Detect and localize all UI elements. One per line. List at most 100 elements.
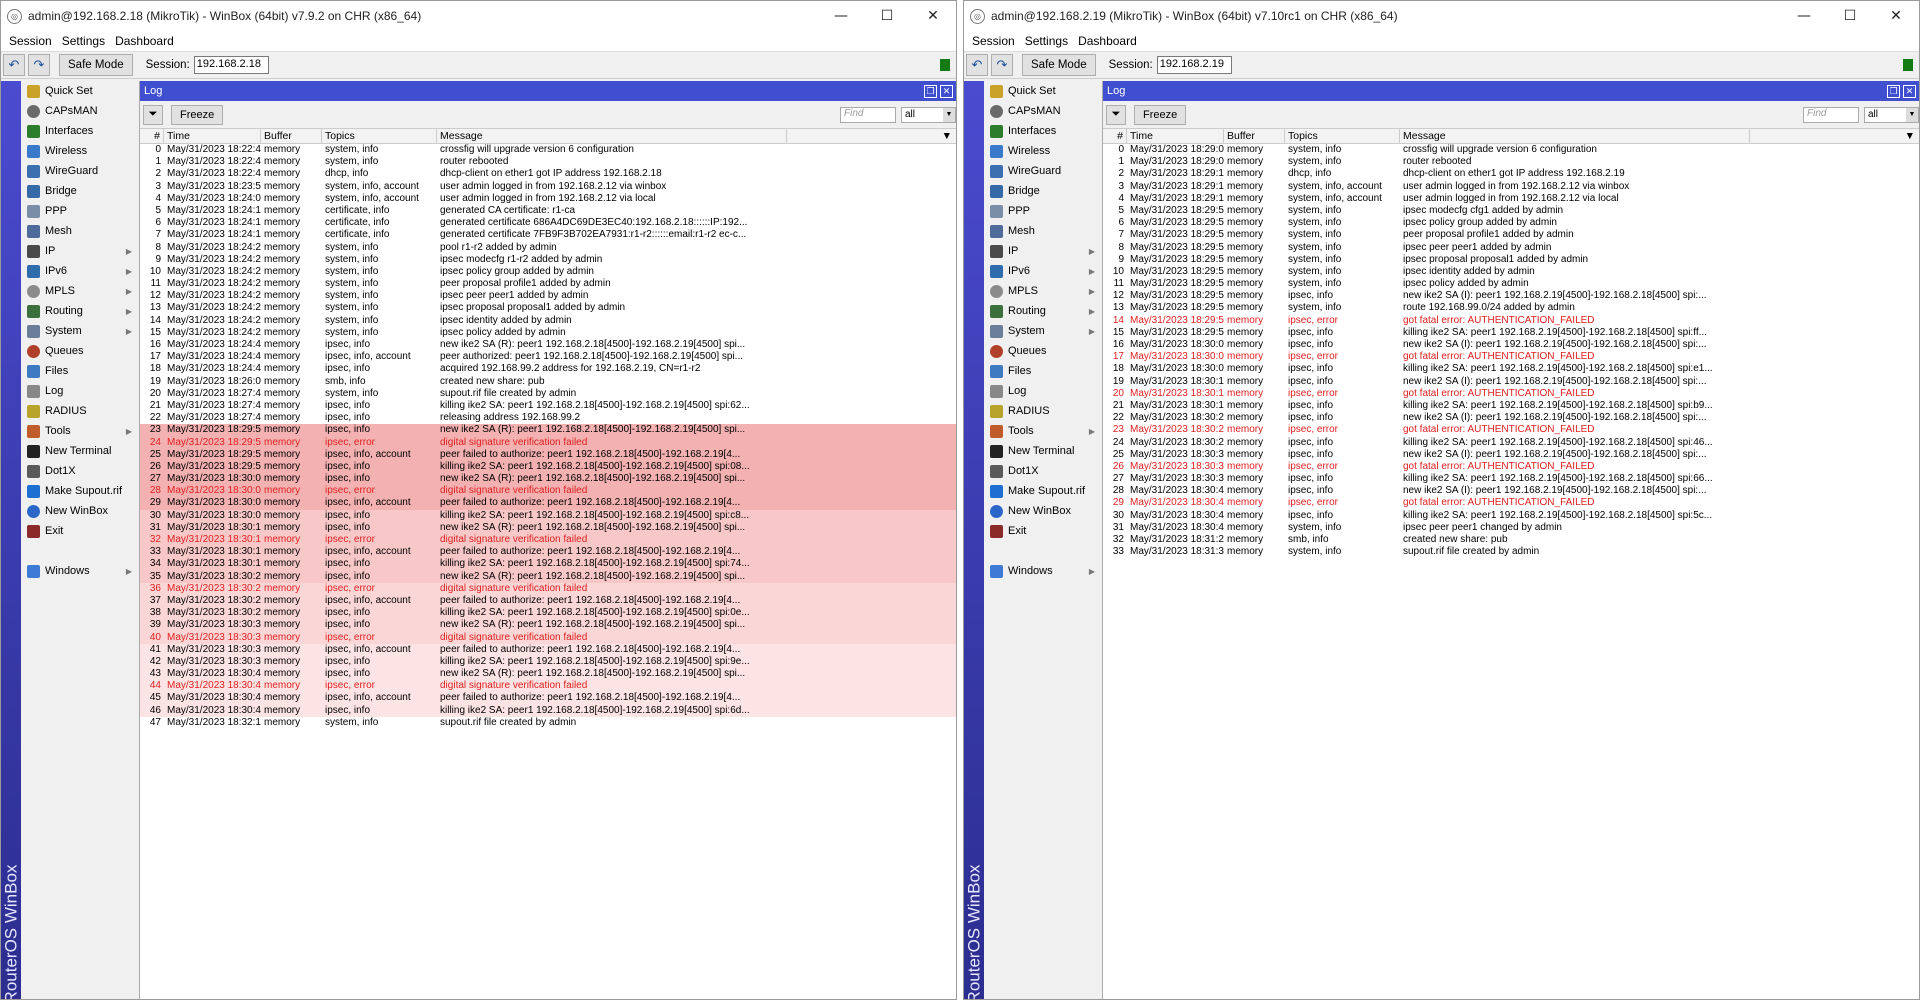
- table-row[interactable]: 11 May/31/2023 18:24:21 memory system, info…: [140, 278, 956, 290]
- session-input[interactable]: 192.168.2.18: [193, 56, 269, 74]
- table-row[interactable]: 23 May/31/2023 18:30:26 memory ipsec, error…: [1103, 424, 1919, 436]
- table-row[interactable]: 13 May/31/2023 18:29:56 memory system, info…: [1103, 302, 1919, 314]
- title-bar[interactable]: ◎ admin@192.168.2.19 (MikroTik) - WinBox…: [964, 1, 1919, 31]
- sidebar-item-dot1x[interactable]: Dot1X: [986, 461, 1101, 481]
- filter-button[interactable]: ⏷: [143, 104, 163, 125]
- table-row[interactable]: 14 May/31/2023 18:24:21 memory system, info…: [140, 315, 956, 327]
- sidebar-item-new-winbox[interactable]: New WinBox: [23, 501, 138, 521]
- sidebar-item-windows[interactable]: Windows ▶: [23, 561, 138, 581]
- table-row[interactable]: 24 May/31/2023 18:29:58 memory ipsec, error…: [140, 436, 956, 449]
- column-header-number[interactable]: #: [140, 129, 164, 143]
- table-row[interactable]: 2 May/31/2023 18:29:10 memory dhcp, info dhc…: [1103, 168, 1919, 180]
- minimize-button[interactable]: —: [1781, 1, 1827, 31]
- table-row[interactable]: 36 May/31/2023 18:30:26 memory ipsec, error…: [140, 582, 956, 595]
- sidebar-item-make-supout-rif[interactable]: Make Supout.rif: [986, 481, 1101, 501]
- sidebar-item-mpls[interactable]: MPLS ▶: [23, 281, 138, 301]
- sidebar-item-quick-set[interactable]: Quick Set: [986, 81, 1101, 101]
- close-button[interactable]: ✕: [910, 1, 956, 31]
- table-row[interactable]: 17 May/31/2023 18:30:06 memory ipsec, error…: [1103, 351, 1919, 363]
- table-row[interactable]: 41 May/31/2023 18:30:36 memory ipsec, info,…: [140, 643, 956, 656]
- sidebar-item-ppp[interactable]: PPP: [986, 201, 1101, 221]
- table-row[interactable]: 20 May/31/2023 18:27:49 memory system, info…: [140, 388, 956, 400]
- table-row[interactable]: 18 May/31/2023 18:30:06 memory ipsec, info k…: [1103, 363, 1919, 375]
- table-row[interactable]: 44 May/31/2023 18:30:46 memory ipsec, error…: [140, 680, 956, 693]
- sidebar-item-ppp[interactable]: PPP: [23, 201, 138, 221]
- table-row[interactable]: 6 May/31/2023 18:29:55 memory system, info i…: [1103, 217, 1919, 229]
- sidebar-item-quick-set[interactable]: Quick Set: [23, 81, 138, 101]
- find-input[interactable]: Find: [1803, 106, 1859, 123]
- table-row[interactable]: 6 May/31/2023 18:24:19 memory certificate, …: [140, 217, 956, 229]
- table-row[interactable]: 29 May/31/2023 18:30:06 memory ipsec, info,…: [140, 497, 956, 510]
- column-header-time[interactable]: Time: [164, 129, 261, 143]
- table-row[interactable]: 10 May/31/2023 18:24:21 memory system, info…: [140, 266, 956, 278]
- filter-select[interactable]: all ▼: [901, 106, 956, 123]
- log-window-header[interactable]: Log ❐ ✕: [140, 81, 956, 101]
- sidebar-item-log[interactable]: Log: [23, 381, 138, 401]
- sidebar-item-capsman[interactable]: CAPsMAN: [23, 101, 138, 121]
- filter-select[interactable]: all ▼: [1864, 106, 1919, 123]
- table-row[interactable]: 19 May/31/2023 18:26:03 memory smb, info cre…: [140, 376, 956, 388]
- sidebar-item-ipv6[interactable]: IPv6 ▶: [986, 261, 1101, 281]
- table-row[interactable]: 13 May/31/2023 18:24:21 memory system, info…: [140, 302, 956, 314]
- column-header-time[interactable]: Time: [1127, 129, 1224, 143]
- menu-session[interactable]: Session: [4, 34, 57, 48]
- table-row[interactable]: 27 May/31/2023 18:30:36 memory ipsec, info k…: [1103, 473, 1919, 485]
- table-row[interactable]: 4 May/31/2023 18:24:03 memory system, info,…: [140, 193, 956, 205]
- sidebar-item-windows[interactable]: Windows ▶: [986, 561, 1101, 581]
- table-row[interactable]: 28 May/31/2023 18:30:06 memory ipsec, error…: [140, 485, 956, 498]
- table-row[interactable]: 7 May/31/2023 18:24:19 memory certificate, …: [140, 229, 956, 241]
- table-row[interactable]: 14 May/31/2023 18:29:58 memory ipsec, error…: [1103, 315, 1919, 327]
- table-row[interactable]: 15 May/31/2023 18:29:58 memory ipsec, info k…: [1103, 327, 1919, 339]
- session-input[interactable]: 192.168.2.19: [1156, 56, 1232, 74]
- table-row[interactable]: 18 May/31/2023 18:24:49 memory ipsec, info a…: [140, 363, 956, 375]
- table-row[interactable]: 12 May/31/2023 18:24:21 memory system, info…: [140, 290, 956, 302]
- menu-dashboard[interactable]: Dashboard: [110, 34, 179, 48]
- column-header-message[interactable]: Message: [1400, 129, 1750, 143]
- sidebar-item-routing[interactable]: Routing ▶: [986, 301, 1101, 321]
- table-row[interactable]: 15 May/31/2023 18:24:27 memory system, info…: [140, 327, 956, 339]
- sidebar-item-mesh[interactable]: Mesh: [23, 221, 138, 241]
- table-row[interactable]: 3 May/31/2023 18:29:19 memory system, info,…: [1103, 181, 1919, 193]
- sidebar-item-ipv6[interactable]: IPv6 ▶: [23, 261, 138, 281]
- table-row[interactable]: 16 May/31/2023 18:30:06 memory ipsec, info n…: [1103, 339, 1919, 351]
- table-row[interactable]: 31 May/31/2023 18:30:49 memory system, info…: [1103, 522, 1919, 534]
- maximize-button[interactable]: ☐: [864, 1, 910, 31]
- table-row[interactable]: 21 May/31/2023 18:27:49 memory ipsec, info k…: [140, 400, 956, 412]
- table-row[interactable]: 40 May/31/2023 18:30:36 memory ipsec, error…: [140, 631, 956, 644]
- table-row[interactable]: 38 May/31/2023 18:30:26 memory ipsec, info k…: [140, 607, 956, 620]
- sidebar-item-interfaces[interactable]: Interfaces: [23, 121, 138, 141]
- safe-mode-button[interactable]: Safe Mode: [1022, 54, 1096, 76]
- table-row[interactable]: 33 May/31/2023 18:30:16 memory ipsec, info,…: [140, 546, 956, 559]
- redo-button[interactable]: ↷: [28, 54, 50, 76]
- table-row[interactable]: 9 May/31/2023 18:29:55 memory system, info i…: [1103, 254, 1919, 266]
- sidebar-item-system[interactable]: System ▶: [986, 321, 1101, 341]
- sidebar-item-new-terminal[interactable]: New Terminal: [986, 441, 1101, 461]
- safe-mode-button[interactable]: Safe Mode: [59, 54, 133, 76]
- maximize-button[interactable]: ☐: [1827, 1, 1873, 31]
- restore-window-icon[interactable]: ❐: [924, 84, 937, 98]
- table-row[interactable]: 3 May/31/2023 18:23:51 memory system, info,…: [140, 181, 956, 193]
- table-row[interactable]: 33 May/31/2023 18:31:30 memory system, info…: [1103, 546, 1919, 558]
- table-row[interactable]: 26 May/31/2023 18:30:36 memory ipsec, error…: [1103, 461, 1919, 473]
- sidebar-item-interfaces[interactable]: Interfaces: [986, 121, 1101, 141]
- sidebar-item-tools[interactable]: Tools ▶: [23, 421, 138, 441]
- sidebar-item-files[interactable]: Files: [986, 361, 1101, 381]
- sidebar-item-wireguard[interactable]: WireGuard: [23, 161, 138, 181]
- table-row[interactable]: 5 May/31/2023 18:24:17 memory certificate, …: [140, 205, 956, 217]
- undo-button[interactable]: ↶: [966, 54, 988, 76]
- sidebar-item-ip[interactable]: IP ▶: [986, 241, 1101, 261]
- table-row[interactable]: 10 May/31/2023 18:29:55 memory system, info…: [1103, 266, 1919, 278]
- column-chooser-icon[interactable]: ▼: [1750, 129, 1919, 143]
- restore-window-icon[interactable]: ❐: [1887, 84, 1900, 98]
- table-row[interactable]: 31 May/31/2023 18:30:16 memory ipsec, info n…: [140, 521, 956, 534]
- table-row[interactable]: 19 May/31/2023 18:30:16 memory ipsec, info n…: [1103, 376, 1919, 388]
- sidebar-item-dot1x[interactable]: Dot1X: [23, 461, 138, 481]
- sidebar-item-ip[interactable]: IP ▶: [23, 241, 138, 261]
- column-header-number[interactable]: #: [1103, 129, 1127, 143]
- sidebar-item-files[interactable]: Files: [23, 361, 138, 381]
- table-row[interactable]: 16 May/31/2023 18:24:49 memory ipsec, info n…: [140, 339, 956, 351]
- sidebar-item-mpls[interactable]: MPLS ▶: [986, 281, 1101, 301]
- table-row[interactable]: 29 May/31/2023 18:30:46 memory ipsec, error…: [1103, 497, 1919, 509]
- table-row[interactable]: 39 May/31/2023 18:30:36 memory ipsec, info n…: [140, 619, 956, 632]
- table-row[interactable]: 8 May/31/2023 18:29:55 memory system, info i…: [1103, 242, 1919, 254]
